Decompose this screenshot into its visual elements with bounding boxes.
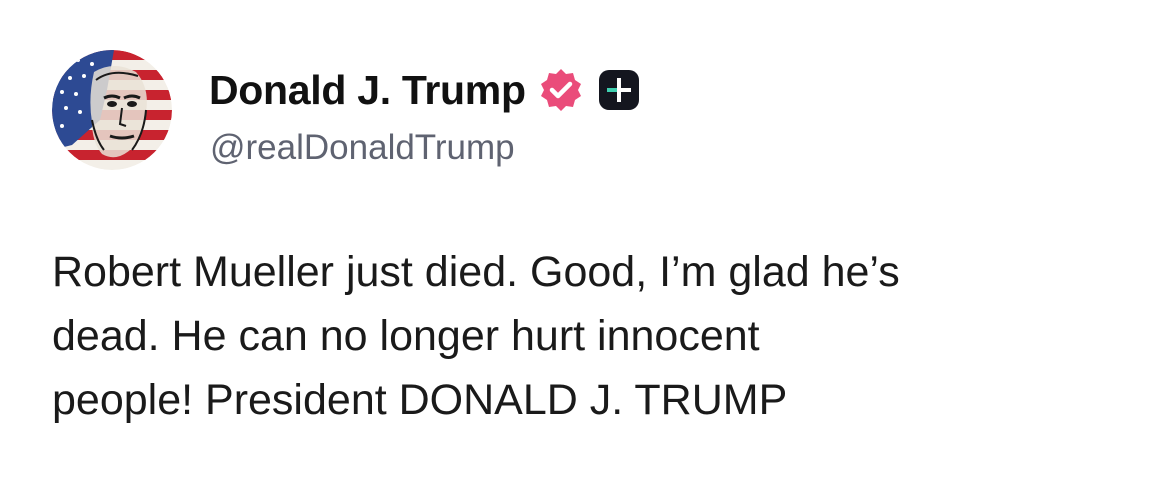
avatar[interactable]: [52, 50, 172, 170]
user-handle[interactable]: @realDonaldTrump: [210, 128, 515, 168]
post-text-line: Robert Mueller just died. Good, I’m glad…: [52, 248, 900, 296]
verified-badge-icon: [538, 67, 584, 113]
post-text: Robert Mueller just died. Good, I’m glad…: [52, 240, 1152, 432]
display-name[interactable]: Donald J. Trump: [209, 67, 526, 114]
plus-badge-icon: [598, 69, 640, 111]
author-name-row: Donald J. Trump: [209, 64, 640, 116]
flag-portrait-icon: [52, 50, 172, 170]
post-text-line: dead. He can no longer hurt innocent: [52, 312, 760, 360]
social-post: Donald J. Trump @realDonaldTrump Robert …: [0, 0, 1176, 492]
post-text-line: people! President DONALD J. TRUMP: [52, 376, 788, 424]
